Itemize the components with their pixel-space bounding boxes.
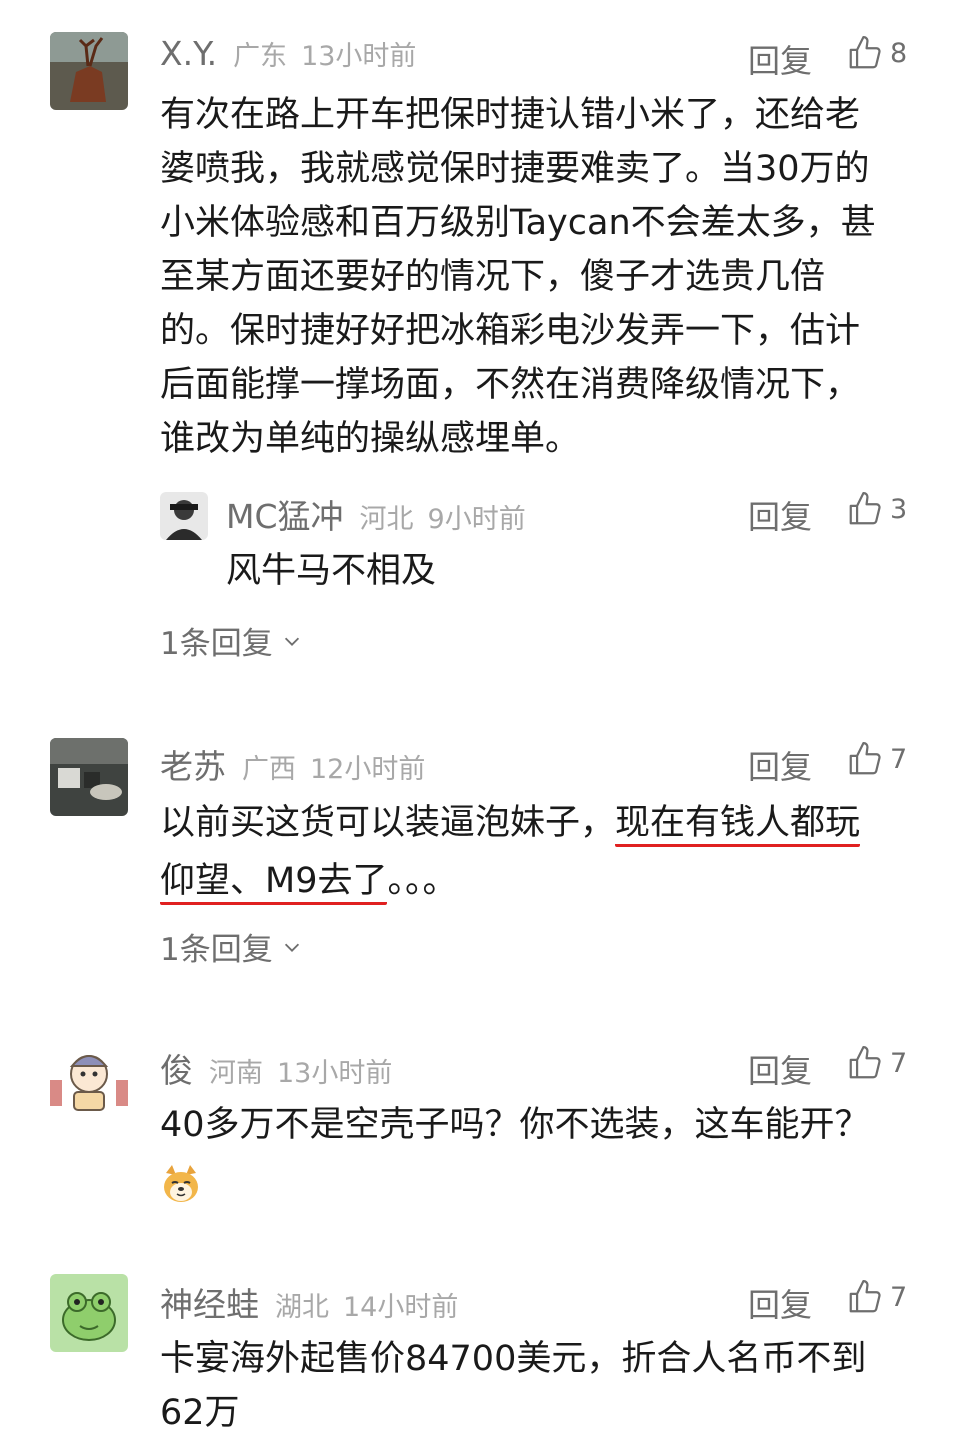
comment-text-line: 谁改为单纯的操纵感埋单。 [160, 419, 581, 459]
location: 湖北 [275, 1292, 329, 1323]
comment-text-line: 有次在路上开车把保时捷认错小米了，还给老 [160, 95, 861, 135]
like-count: 3 [890, 493, 908, 525]
avatar[interactable] [50, 738, 128, 816]
username[interactable]: MC猛冲 [226, 490, 344, 538]
comment-text: 40多万不是空壳子吗？你不选装，这车能开？ [160, 1098, 900, 1210]
comment-meta: 老苏 广西 12小时前 [160, 740, 425, 790]
comment-text-line: 小米体验感和百万级别Taycan不会差太多，甚 [160, 203, 876, 243]
avatar[interactable] [50, 1274, 128, 1352]
like-count: 7 [890, 1281, 908, 1313]
comment-meta: 神经蛙 湖北 14小时前 [160, 1278, 458, 1328]
comment-text-line: 的。保时捷好好把冰箱彩电沙发弄一下，估计 [160, 311, 861, 351]
avatar[interactable] [160, 492, 208, 540]
timestamp: 9小时前 [427, 504, 526, 535]
text-plain: 。。。 [387, 861, 458, 901]
comment-text-line: 以前买这货可以装逼泡妹子，现在有钱人都玩 [160, 794, 900, 852]
comment-meta: X.Y. 广东 13小时前 [160, 34, 416, 84]
thumbs-up-icon [849, 492, 881, 525]
timestamp: 14小时前 [343, 1292, 459, 1323]
doge-emoji-icon [160, 1163, 202, 1205]
comment-text-line: 婆喷我，我就感觉保时捷要难卖了。当30万的 [160, 149, 870, 189]
emoji-line [160, 1156, 900, 1210]
comment-text-line: 仰望、M9去了。。。 [160, 852, 900, 910]
expand-replies-button[interactable]: 1条回复 [160, 618, 303, 663]
comment-text-line: 40多万不是空壳子吗？你不选装，这车能开？ [160, 1105, 870, 1145]
comment-meta: MC猛冲 河北 9小时前 [226, 490, 526, 540]
username[interactable]: 老苏 [160, 740, 226, 788]
reply-button[interactable]: 回复 [748, 1280, 812, 1326]
timestamp: 13小时前 [277, 1058, 393, 1089]
avatar[interactable] [50, 1040, 128, 1118]
comment-text-line: 后面能撑一撑场面，不然在消费降级情况下， [160, 365, 861, 405]
username[interactable]: 俊 [160, 1044, 193, 1092]
location: 河北 [359, 504, 414, 535]
timestamp: 13小时前 [301, 41, 417, 72]
like-button[interactable]: 7 [846, 1278, 907, 1316]
comment-text: 卡宴海外起售价84700美元，折合人名币不到 62万 [160, 1332, 900, 1440]
chevron-down-icon [284, 637, 299, 646]
comment-text-line: 卡宴海外起售价84700美元，折合人名币不到 [160, 1339, 867, 1379]
comment-meta: 俊 河南 13小时前 [160, 1044, 392, 1094]
reply-button[interactable]: 回复 [748, 742, 812, 788]
location: 广西 [242, 754, 296, 785]
expand-replies-button[interactable]: 1条回复 [160, 924, 303, 969]
comment-text: 风牛马不相及 [226, 551, 437, 591]
timestamp: 12小时前 [310, 754, 426, 785]
comment-text: 有次在路上开车把保时捷认错小米了，还给老 婆喷我，我就感觉保时捷要难卖了。当30… [160, 88, 900, 466]
comment-text-line: 至某方面还要好的情况下，傻子才选贵几倍 [160, 257, 826, 297]
thumbs-up-icon [849, 36, 881, 69]
reply-button[interactable]: 回复 [748, 1046, 812, 1092]
replies-count: 1条回复 [160, 626, 273, 662]
like-button[interactable]: 8 [846, 34, 907, 72]
comment-text-line: 62万 [160, 1393, 240, 1433]
like-button[interactable]: 3 [846, 490, 907, 528]
text-highlighted: 仰望、M9去了 [160, 861, 388, 905]
location: 广东 [233, 41, 288, 72]
thumbs-up-icon [849, 1046, 881, 1079]
replies-count: 1条回复 [160, 932, 273, 968]
like-count: 7 [890, 1047, 908, 1079]
username[interactable]: X.Y. [160, 34, 217, 73]
reply-button[interactable]: 回复 [748, 492, 812, 538]
chevron-down-icon [284, 943, 299, 952]
reply-button[interactable]: 回复 [748, 36, 812, 82]
like-count: 7 [890, 743, 908, 775]
thumbs-up-icon [849, 742, 881, 775]
text-highlighted: 现在有钱人都玩 [615, 803, 861, 847]
text-plain: 以前买这货可以装逼泡妹子， [160, 803, 616, 843]
avatar[interactable] [50, 32, 128, 110]
location: 河南 [209, 1058, 263, 1089]
thumbs-up-icon [849, 1280, 881, 1313]
comment-text: 以前买这货可以装逼泡妹子，现在有钱人都玩 仰望、M9去了。。。 [160, 794, 900, 910]
username[interactable]: 神经蛙 [160, 1278, 259, 1326]
like-button[interactable]: 7 [846, 740, 907, 778]
like-button[interactable]: 7 [846, 1044, 907, 1082]
like-count: 8 [890, 37, 908, 69]
